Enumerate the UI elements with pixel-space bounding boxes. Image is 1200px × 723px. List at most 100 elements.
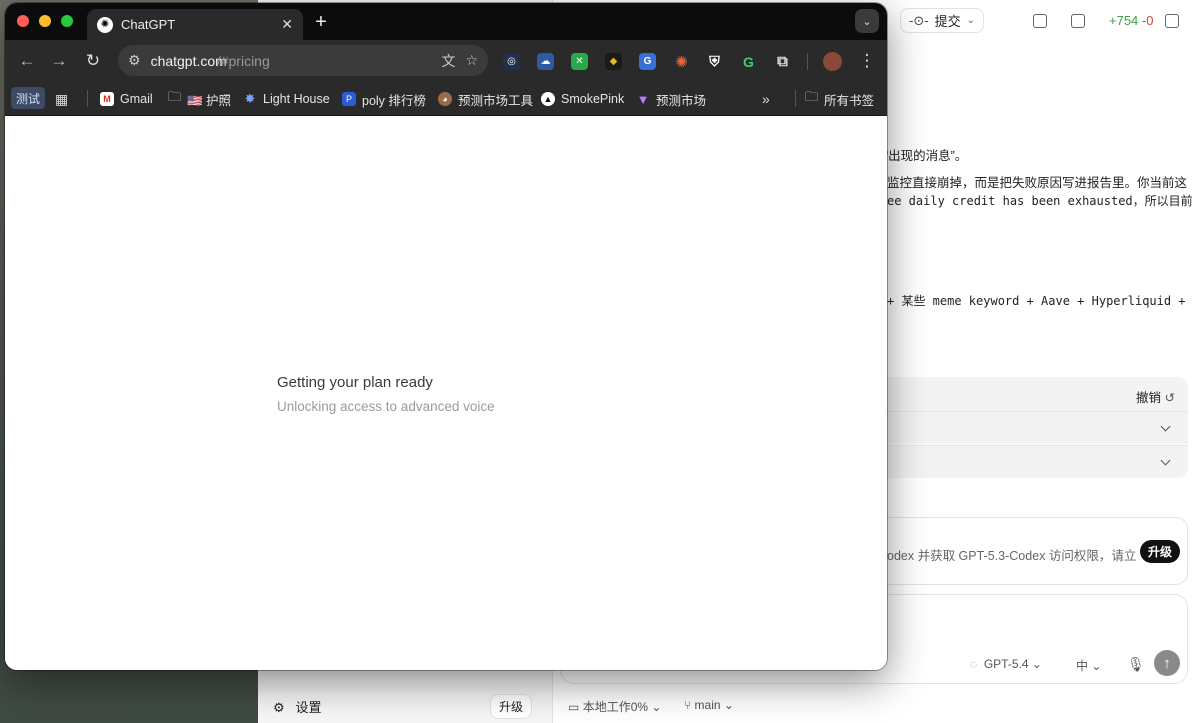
undo-label: 撤销	[1136, 391, 1162, 405]
message-line-3: ee daily credit has been exhausted，所以目前	[887, 194, 1193, 208]
bookmark-gmail[interactable]: M Gmail	[100, 88, 153, 110]
forward-button[interactable]: →	[49, 51, 69, 71]
url-host: chatgpt.com	[150, 52, 227, 69]
status-title: Getting your plan ready	[277, 374, 433, 391]
chevron-down-icon: ⌄	[651, 700, 662, 714]
bookmarks-divider	[795, 90, 796, 107]
git-branch-icon: ⑂	[684, 698, 692, 712]
terminal-icon[interactable]	[1033, 14, 1047, 28]
undo-button[interactable]: 撤销 ↺	[1136, 387, 1175, 406]
chevron-down-icon: ⌄	[723, 698, 734, 712]
tab-chatgpt[interactable]: ✺ ChatGPT ✕	[87, 9, 303, 40]
local-work-selector[interactable]: ▭ 本地工作0% ⌄	[568, 698, 661, 715]
browser-window: ✺ ChatGPT ✕ + ⌄ ← → ↻ ⚙ chatgpt.com/#pri…	[5, 3, 887, 670]
lighthouse-icon: ✸	[244, 91, 256, 106]
browser-toolbar: ← → ↻ ⚙ chatgpt.com/#pricing 文 ☆ ◎ ☁ ✕ ◆…	[5, 40, 887, 82]
url-text: chatgpt.com/#pricing	[151, 53, 270, 69]
back-button[interactable]: ←	[17, 51, 37, 71]
minimize-window-button[interactable]	[39, 15, 51, 27]
bookmark-label: 🇺🇸 护照	[187, 93, 232, 108]
settings-item[interactable]: ⚙ 设置	[273, 697, 322, 716]
bookmarks-divider	[87, 90, 88, 107]
commit-button[interactable]: -⊙- 提交 ⌄	[900, 8, 984, 33]
zoom-window-button[interactable]	[61, 15, 73, 27]
claude-icon[interactable]: ✺	[673, 53, 690, 71]
model-selector[interactable]: ◌ GPT-5.4 ⌄	[970, 657, 1042, 671]
shield-icon[interactable]: ⛨	[706, 53, 723, 70]
more-bookmarks-icon[interactable]: »	[762, 88, 770, 110]
address-bar[interactable]: ⚙ chatgpt.com/#pricing 文 ☆	[118, 45, 488, 76]
site-settings-icon[interactable]: ⚙	[128, 52, 141, 69]
bookmark-label: 测试	[16, 91, 41, 106]
toolbar-divider	[807, 53, 808, 70]
bookmark-prediction-tools[interactable]: ◕ 预测市场工具	[438, 88, 533, 110]
poly-icon: P	[342, 92, 356, 106]
message-line-4: + 某些 meme keyword + Aave + Hyperliquid +	[887, 294, 1186, 308]
bookmark-poly[interactable]: P poly 排行榜	[342, 88, 426, 110]
extension-icon[interactable]: ✕	[571, 53, 588, 70]
v-icon: ▼	[636, 91, 650, 107]
translate-icon[interactable]: 文	[441, 51, 455, 71]
chevron-down-icon: ⌄	[862, 15, 872, 28]
message-line-2: 监控直接崩掉，而是把失败原因写进报告里。你当前这	[887, 176, 1188, 190]
extension-icon[interactable]: G	[740, 53, 757, 70]
bookmark-label: Light House	[263, 92, 330, 106]
sidebar-upgrade-button[interactable]: 升级	[490, 694, 533, 719]
bookmark-test[interactable]: 测试	[11, 87, 46, 109]
sidebar-toggle-icon[interactable]	[1165, 14, 1179, 28]
triangle-icon: ▲	[541, 92, 555, 106]
new-tab-button[interactable]: +	[311, 11, 331, 34]
bookmark-prediction-market[interactable]: ▼ 预测市场	[636, 88, 706, 110]
extensions-puzzle-icon[interactable]: ⧉	[774, 53, 791, 70]
chevron-down-icon: ⌄	[1091, 659, 1102, 673]
apps-grid-icon[interactable]: ▦	[55, 88, 68, 110]
microphone-icon[interactable]: 🎙︎	[1127, 656, 1145, 673]
commit-icon: -⊙-	[909, 12, 929, 28]
branch-label: main	[694, 698, 721, 712]
url-path: /#pricing	[216, 52, 270, 69]
bookmark-label: poly 排行榜	[362, 93, 426, 108]
local-work-label: 本地工作0%	[582, 700, 649, 714]
bookmark-all-bookmarks[interactable]: 🗀 所有书签	[805, 88, 874, 110]
reasoning-selector[interactable]: 中 ⌄	[1076, 657, 1101, 674]
undo-icon: ↺	[1164, 391, 1175, 405]
diff-stats: +754 -0	[1109, 13, 1153, 28]
tab-strip: ✺ ChatGPT ✕ + ⌄	[5, 3, 887, 40]
avatar[interactable]	[823, 52, 842, 71]
google-translate-icon[interactable]: G	[639, 53, 656, 70]
more-menu-icon[interactable]: ⋮	[857, 51, 877, 71]
reload-button[interactable]: ↻	[83, 51, 103, 71]
diff-added: +754	[1109, 13, 1139, 28]
page-content: Getting your plan ready Unlocking access…	[5, 116, 887, 670]
bookmark-label: SmokePink	[561, 92, 625, 106]
extension-icon[interactable]: ☁	[537, 53, 554, 70]
model-label: GPT-5.4	[983, 657, 1029, 671]
arrow-up-icon: ↑	[1163, 654, 1171, 672]
gmail-icon: M	[100, 92, 114, 106]
chatgpt-logo-icon: ✺	[97, 16, 113, 33]
folder-icon: 🗀	[805, 89, 819, 104]
commit-label: 提交	[934, 14, 961, 29]
bookmark-label: Gmail	[120, 92, 153, 106]
bookmark-folder-passport[interactable]: 🗀 🇺🇸 护照	[168, 88, 231, 110]
laptop-icon: ▭	[568, 700, 580, 714]
message-line-1: “出现的消息”。	[884, 149, 968, 163]
send-button[interactable]: ↑	[1154, 650, 1180, 676]
bookmark-smokepink[interactable]: ▲ SmokePink	[541, 88, 624, 110]
upgrade-button[interactable]: 升级	[1140, 540, 1180, 563]
extension-icon[interactable]: ◎	[503, 53, 520, 70]
close-window-button[interactable]	[17, 15, 29, 27]
monkey-icon: ◕	[438, 92, 452, 106]
close-icon[interactable]: ✕	[281, 16, 293, 33]
copy-window-icon[interactable]	[1071, 14, 1085, 28]
loading-spinner-icon: ◌	[970, 657, 978, 671]
bookmark-light-house[interactable]: ✸ Light House	[243, 88, 330, 110]
branch-selector[interactable]: ⑂ main ⌄	[684, 698, 734, 712]
binance-icon[interactable]: ◆	[605, 53, 622, 70]
bookmark-label: 预测市场工具	[458, 93, 534, 108]
folder-icon: 🗀	[168, 89, 182, 104]
tab-search-button[interactable]: ⌄	[855, 9, 879, 33]
chevron-down-icon: ⌄	[966, 15, 975, 26]
status-subtitle: Unlocking access to advanced voice	[277, 399, 495, 414]
star-icon[interactable]: ☆	[465, 52, 478, 69]
